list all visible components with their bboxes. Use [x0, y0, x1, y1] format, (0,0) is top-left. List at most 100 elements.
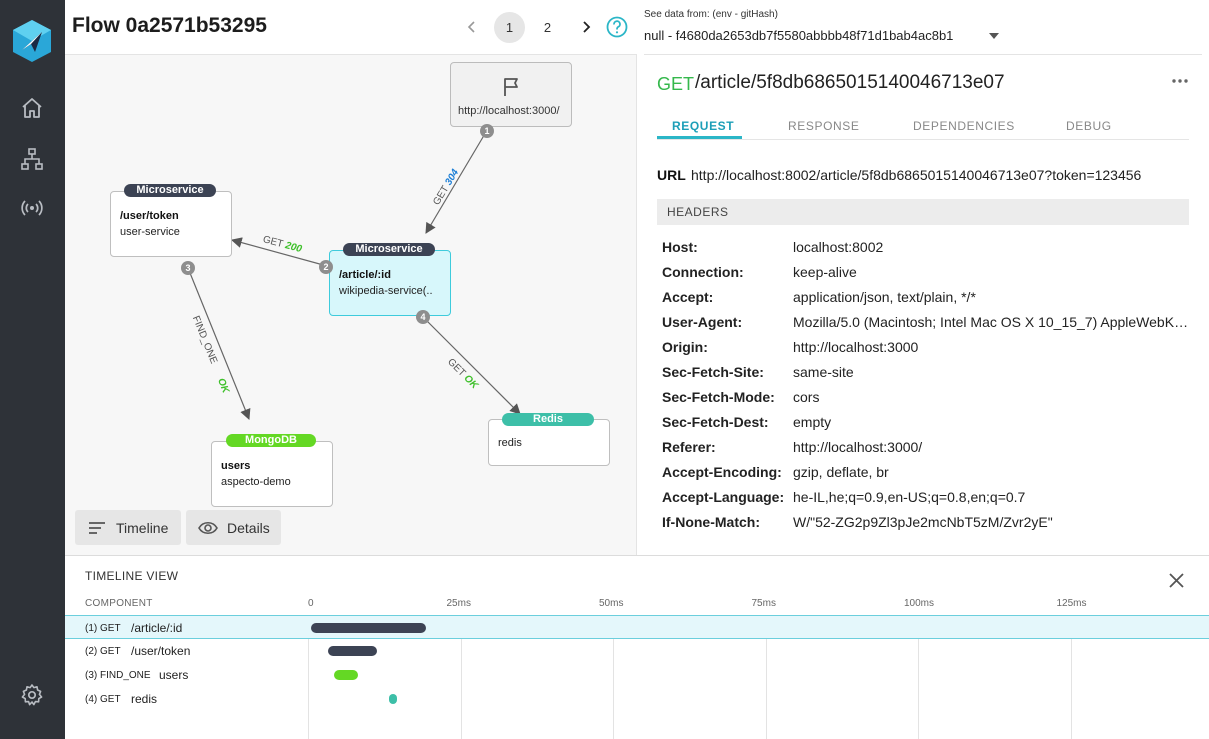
timeline-tick-label: 25ms [446, 598, 471, 609]
timeline-title: TIMELINE VIEW [85, 569, 179, 583]
timeline-tick-label: 50ms [599, 598, 624, 609]
timeline-tick-label: 75ms [751, 598, 776, 609]
flow-graph[interactable]: http://localhost:3000/ /user/token user-… [65, 55, 637, 555]
timeline-row[interactable]: (1) GET/article/:id [65, 615, 1209, 639]
node-type-badge: Microservice [343, 243, 435, 256]
header-row: Accept: application/json, text/plain, */* [662, 289, 1192, 309]
timeline-span-bar[interactable] [388, 694, 398, 704]
header-value: W/"52-ZG2p9Zl3pJe2mcNbT5zM/Zvr2yE" [793, 514, 1053, 530]
active-tab-indicator [657, 136, 742, 139]
timeline-divider [65, 555, 1209, 556]
page-button-1[interactable]: 1 [494, 12, 525, 43]
tab-response[interactable]: RESPONSE [788, 119, 860, 133]
header-value: Mozilla/5.0 (Macintosh; Intel Mac OS X 1… [793, 314, 1189, 330]
timeline-row-operation: (3) FIND_ONE [85, 670, 151, 681]
step-marker-3: 3 [181, 261, 195, 275]
eye-icon [198, 521, 218, 534]
header-row: Sec-Fetch-Mode: cors [662, 389, 1192, 409]
header-key: Referer: [662, 439, 716, 455]
node-mongodb[interactable]: users aspecto-demo [211, 441, 333, 507]
header-value: empty [793, 414, 832, 430]
timeline-span-bar[interactable] [328, 646, 377, 656]
timeline-row-name: /user/token [131, 644, 191, 658]
header-value: gzip, deflate, br [793, 464, 889, 480]
node-service: user-service [120, 226, 180, 238]
header-key: Connection: [662, 264, 744, 280]
node-route: /article/:id [339, 269, 391, 281]
page-button-2[interactable]: 2 [532, 12, 563, 43]
timeline-row-name: users [159, 668, 189, 682]
node-service: redis [498, 437, 522, 449]
caret-down-icon[interactable] [988, 32, 1000, 40]
timeline-tick-label: 0 [308, 598, 314, 609]
timeline-button[interactable]: Timeline [75, 510, 181, 545]
timeline-span-bar[interactable] [311, 623, 426, 633]
request-endpoint: /article/5f8db6865015140046713e07 [695, 72, 1005, 93]
header-key: Sec-Fetch-Site: [662, 364, 764, 380]
next-page-chevron-icon[interactable] [577, 18, 595, 36]
env-select-underline [644, 54, 1202, 55]
timeline-list-icon [89, 521, 105, 534]
more-options-icon[interactable] [1170, 74, 1190, 88]
node-user-service[interactable]: /user/token user-service [110, 191, 232, 257]
timeline-span-bar[interactable] [334, 670, 358, 680]
edge-1 [425, 131, 487, 234]
node-wikipedia-service[interactable]: /article/:id wikipedia-service(.. [329, 250, 451, 316]
edge-3 [187, 267, 251, 421]
timeline-row[interactable]: (3) FIND_ONE users [65, 663, 1209, 687]
node-route: users [221, 460, 251, 472]
timeline-row[interactable]: (2) GET/user/token [65, 639, 1209, 663]
entry-url: http://localhost:3000/ [458, 105, 560, 117]
timeline-row-name: /article/:id [131, 621, 183, 635]
tab-debug[interactable]: DEBUG [1066, 119, 1112, 133]
entry-node[interactable]: http://localhost:3000/ [450, 62, 572, 127]
aspecto-logo[interactable] [12, 19, 52, 63]
step-marker-4: 4 [416, 310, 430, 324]
timeline-tick-label: 100ms [904, 598, 935, 609]
live-broadcast-icon[interactable] [20, 196, 44, 220]
header-row: Sec-Fetch-Site: same-site [662, 364, 1192, 384]
flag-icon [504, 78, 518, 96]
left-rail [0, 0, 65, 739]
tab-request[interactable]: REQUEST [672, 119, 734, 133]
details-button[interactable]: Details [186, 510, 281, 545]
step-marker-2: 2 [319, 260, 333, 274]
request-url: http://localhost:8002/article/5f8db68650… [691, 167, 1142, 183]
step-marker-1: 1 [480, 124, 494, 138]
timeline-row-operation: (2) GET [85, 646, 121, 657]
header-key: User-Agent: [662, 314, 743, 330]
header-value: cors [793, 389, 820, 405]
header-row: Referer: http://localhost:3000/ [662, 439, 1192, 459]
tab-dependencies[interactable]: DEPENDENCIES [913, 119, 1015, 133]
home-icon[interactable] [20, 96, 44, 120]
header-key: Accept-Language: [662, 489, 785, 505]
header-row: Origin: http://localhost:3000 [662, 339, 1192, 359]
node-route: /user/token [120, 210, 179, 222]
header-value: http://localhost:3000/ [793, 439, 923, 455]
header-value: http://localhost:3000 [793, 339, 919, 355]
help-icon[interactable] [606, 16, 628, 38]
timeline-row[interactable]: (4) GET redis [65, 687, 1209, 711]
component-column-header: COMPONENT [85, 598, 153, 609]
header-row: Accept-Encoding: gzip, deflate, br [662, 464, 1192, 484]
header-key: Sec-Fetch-Mode: [662, 389, 775, 405]
header-row: Accept-Language: he-IL,he;q=0.9,en-US;q=0… [662, 489, 1192, 509]
node-type-badge: MongoDB [226, 434, 316, 447]
timeline-row-operation: (1) GET [85, 623, 121, 634]
header-value: same-site [793, 364, 854, 380]
header-key: Host: [662, 239, 698, 255]
header-value: localhost:8002 [793, 239, 884, 255]
headers-section-title: HEADERS [657, 199, 1189, 225]
env-select[interactable]: null - f4680da2653db7f5580abbbb48f71d1ba… [644, 28, 953, 43]
header-key: Accept-Encoding: [662, 464, 782, 480]
previous-page-chevron-icon[interactable] [463, 18, 481, 36]
timeline-button-label: Timeline [116, 519, 169, 536]
settings-gear-icon[interactable] [20, 683, 44, 707]
header-row: Host: localhost:8002 [662, 239, 1192, 259]
close-icon[interactable] [1168, 572, 1185, 589]
header-key: Accept: [662, 289, 714, 305]
node-redis[interactable]: redis [488, 419, 610, 466]
timeline-row-name: redis [131, 692, 158, 706]
node-type-badge: Microservice [124, 184, 216, 197]
service-map-icon[interactable] [20, 147, 44, 171]
